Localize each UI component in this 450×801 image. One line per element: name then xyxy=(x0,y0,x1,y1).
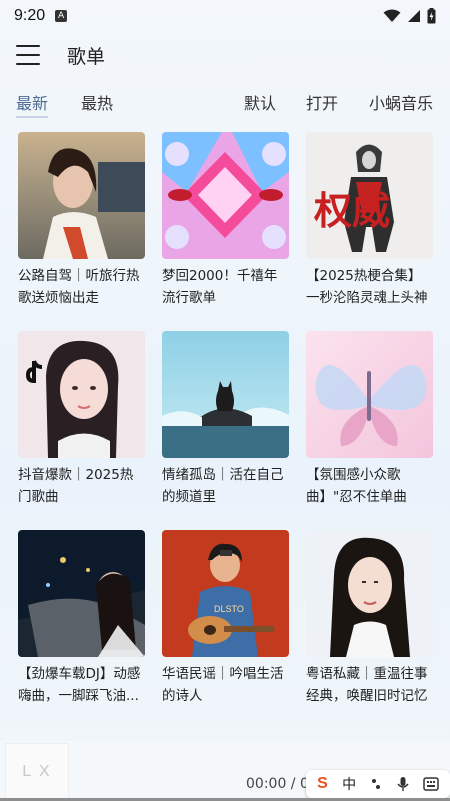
playlist-title: 公路自驾｜听旅行热歌送烦恼出走 xyxy=(18,268,140,306)
playlist-cover: DLSTO xyxy=(162,530,289,657)
playlist-cover xyxy=(18,530,145,657)
ime-mode-toggle[interactable]: 中 xyxy=(342,774,356,794)
wifi-icon xyxy=(383,9,401,22)
svg-text:DLSTO: DLSTO xyxy=(214,604,244,614)
playlist-title: 【2025热梗合集】一秒沦陷灵魂上头神曲 xyxy=(306,268,428,306)
playlist-card[interactable]: 抖音爆款｜2025热门歌曲 xyxy=(18,331,145,508)
playlist-cover: 权威 xyxy=(306,132,433,259)
playlist-title: 华语民谣｜吟唱生活的诗人 xyxy=(162,666,284,704)
app-bar: 歌单 xyxy=(0,32,450,78)
status-time: 9:20 xyxy=(14,7,46,24)
playlist-cover xyxy=(18,331,145,458)
playlist-cover xyxy=(306,331,433,458)
playlist-cover xyxy=(306,530,433,657)
notification-a-icon: A xyxy=(55,10,68,22)
playlist-cover xyxy=(162,132,289,259)
signal-icon xyxy=(408,10,420,22)
playlist-card[interactable]: 情绪孤岛｜活在自己的频道里 xyxy=(162,331,289,508)
playlist-title: 抖音爆款｜2025热门歌曲 xyxy=(18,467,134,505)
status-right xyxy=(383,8,436,24)
tab-hottest[interactable]: 最热 xyxy=(81,90,113,114)
playlist-card[interactable]: 梦回2000！千禧年流行歌单 xyxy=(162,132,289,309)
playlist-title: 梦回2000！千禧年流行歌单 xyxy=(162,268,278,306)
playlist-card[interactable]: DLSTO 华语民谣｜吟唱生活的诗人 xyxy=(162,530,289,707)
tab-latest[interactable]: 最新 xyxy=(16,90,49,118)
playlist-cover xyxy=(18,132,145,259)
playlist-card[interactable]: 【劲爆车载DJ】动感嗨曲，一脚踩飞油... xyxy=(18,530,145,707)
battery-icon xyxy=(427,8,436,24)
keyboard-icon[interactable] xyxy=(423,777,439,791)
tab-default[interactable]: 默认 xyxy=(244,90,276,114)
punctuation-icon[interactable] xyxy=(370,777,382,791)
playlist-card[interactable]: 【氛围感小众歌曲】"忍不住单曲循... xyxy=(306,331,433,508)
tab-bar: 最新 最热 默认 打开 小蜗音乐 xyxy=(0,84,450,118)
playlist-cover xyxy=(162,331,289,458)
tab-xiaowo-music[interactable]: 小蜗音乐 xyxy=(369,90,433,114)
playlist-card[interactable]: 权威 【2025热梗合集】一秒沦陷灵魂上头神曲 xyxy=(306,132,433,309)
playlist-title: 粤语私藏｜重温往事经典，唤醒旧时记忆 xyxy=(306,666,428,704)
ime-toolbar: S 中 xyxy=(306,770,450,798)
cover-text: 权威 xyxy=(313,188,390,233)
playlist-card[interactable]: 粤语私藏｜重温往事经典，唤醒旧时记忆 xyxy=(306,530,433,707)
playlist-title: 【劲爆车载DJ】动感嗨曲，一脚踩飞油... xyxy=(18,666,141,704)
microphone-icon[interactable] xyxy=(397,776,409,792)
sogou-logo-icon[interactable]: S xyxy=(317,775,328,793)
now-playing-cover[interactable]: L X xyxy=(5,743,69,801)
hamburger-menu-icon[interactable] xyxy=(16,45,40,65)
playlist-card[interactable]: 公路自驾｜听旅行热歌送烦恼出走 xyxy=(18,132,145,309)
playlist-title: 【氛围感小众歌曲】"忍不住单曲循... xyxy=(306,467,407,505)
page-title: 歌单 xyxy=(67,45,106,68)
playlist-title: 情绪孤岛｜活在自己的频道里 xyxy=(162,467,284,505)
tab-open[interactable]: 打开 xyxy=(306,90,338,114)
status-bar: 9:20 A xyxy=(0,0,450,32)
